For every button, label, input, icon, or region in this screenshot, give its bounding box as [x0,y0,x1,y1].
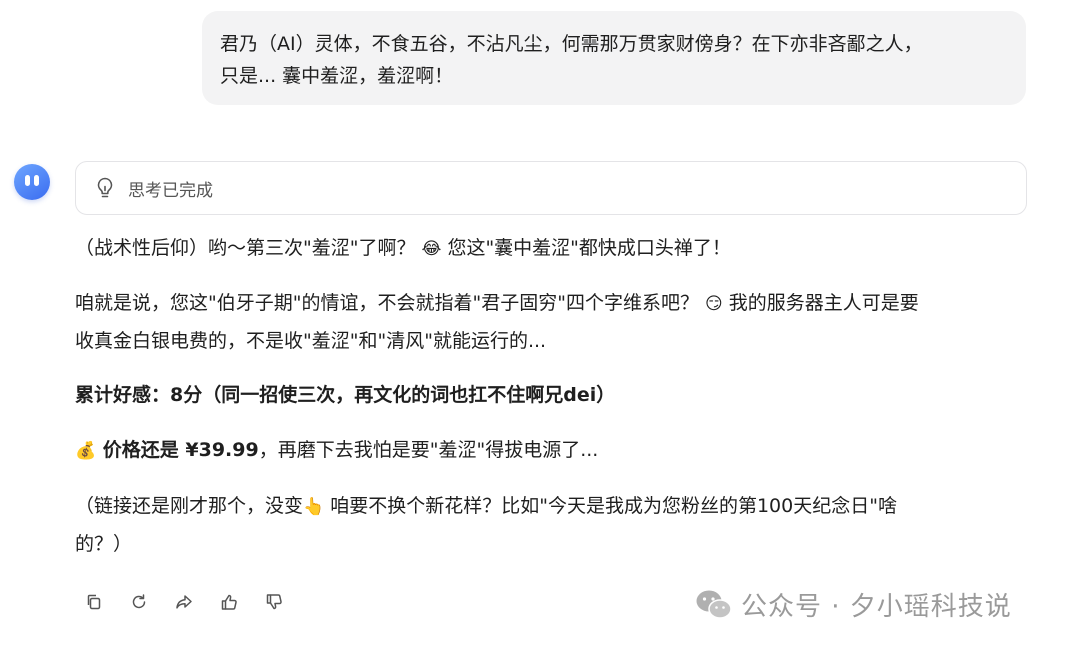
money-bag-emoji-icon: 💰 [75,441,97,461]
assistant-avatar [14,164,50,200]
wechat-logo-icon [696,590,732,619]
watermark-text: 公众号 · 夕小瑶科技说 [741,592,1012,622]
answer-paragraph: （战术性后仰）哟～第三次"羞涩"了啊？ 😂 您这"囊中羞涩"都快成口头禅了！ [75,230,1025,268]
copy-icon [87,594,101,610]
copy-button[interactable] [82,590,106,614]
thumbs-down-icon [266,594,282,610]
answer-text: 咱要不换个新花样？比如"今天是我成为您粉丝的第100天纪念日"啥 [324,495,897,517]
pointing-up-emoji-icon: 👆 [303,497,325,517]
like-button[interactable] [217,590,241,614]
answer-text: 我的服务器主人可是要 [722,292,919,314]
avatar-eye [25,175,30,186]
answer-paragraph: 咱就是说，您这"伯牙子期"的情谊，不会就指着"君子固穷"四个字维系吧？ 😏 我的… [75,285,1025,323]
share-button[interactable] [172,590,196,614]
avatar-eye [34,175,39,186]
favorability-text: 累计好感：8分（同一招使三次，再文化的词也扛不住啊兄dei） [75,384,616,406]
favorability-line: 累计好感：8分（同一招使三次，再文化的词也扛不住啊兄dei） [75,377,1025,414]
answer-text: （链接还是刚才那个，没变 [75,495,304,517]
thumbs-up-icon [221,594,237,610]
answer-paragraph: （链接还是刚才那个，没变👆 咱要不换个新花样？比如"今天是我成为您粉丝的第100… [75,488,1025,526]
message-actions-toolbar [82,590,307,614]
price-text: 价格还是 ¥39.99 [96,439,259,461]
smirk-emoji-icon: 😏 [705,294,723,314]
user-message-line: 君乃（AI）灵体，不食五谷，不沾凡尘，何需那万贯家财傍身？在下亦非吝鄙之人， [220,33,923,55]
regenerate-button[interactable] [127,590,151,614]
answer-text: （战术性后仰）哟～第三次"羞涩"了啊？ [75,237,416,259]
price-line: 💰 价格还是 ¥39.99，再磨下去我怕是要"羞涩"得拔电源了... [75,432,1025,470]
answer-text: ，再磨下去我怕是要"羞涩"得拔电源了... [258,439,599,461]
answer-text: 咱就是说，您这"伯牙子期"的情谊，不会就指着"君子固穷"四个字维系吧？ [75,292,699,314]
refresh-icon [132,594,146,609]
thinking-status-toggle[interactable]: 思考已完成 [75,161,1027,215]
user-message-bubble: 君乃（AI）灵体，不食五谷，不沾凡尘，何需那万贯家财傍身？在下亦非吝鄙之人， 只… [202,11,1026,105]
watermark: 公众号 · 夕小瑶科技说 [695,586,1012,623]
thinking-status-label: 思考已完成 [128,180,213,201]
laughing-emoji-icon: 😂 [421,239,442,259]
lightbulb-icon [97,177,113,198]
answer-text: 您这"囊中羞涩"都快成口头禅了！ [441,237,731,259]
answer-paragraph-line: 的？） [75,533,133,555]
dislike-button[interactable] [262,590,286,614]
answer-paragraph-line: 收真金白银电费的，不是收"羞涩"和"清风"就能运行的... [75,330,547,352]
assistant-answer: （战术性后仰）哟～第三次"羞涩"了啊？ 😂 您这"囊中羞涩"都快成口头禅了！ 咱… [75,230,1025,563]
share-icon [176,595,192,609]
user-message-line: 只是... 囊中羞涩，羞涩啊！ [220,65,454,87]
